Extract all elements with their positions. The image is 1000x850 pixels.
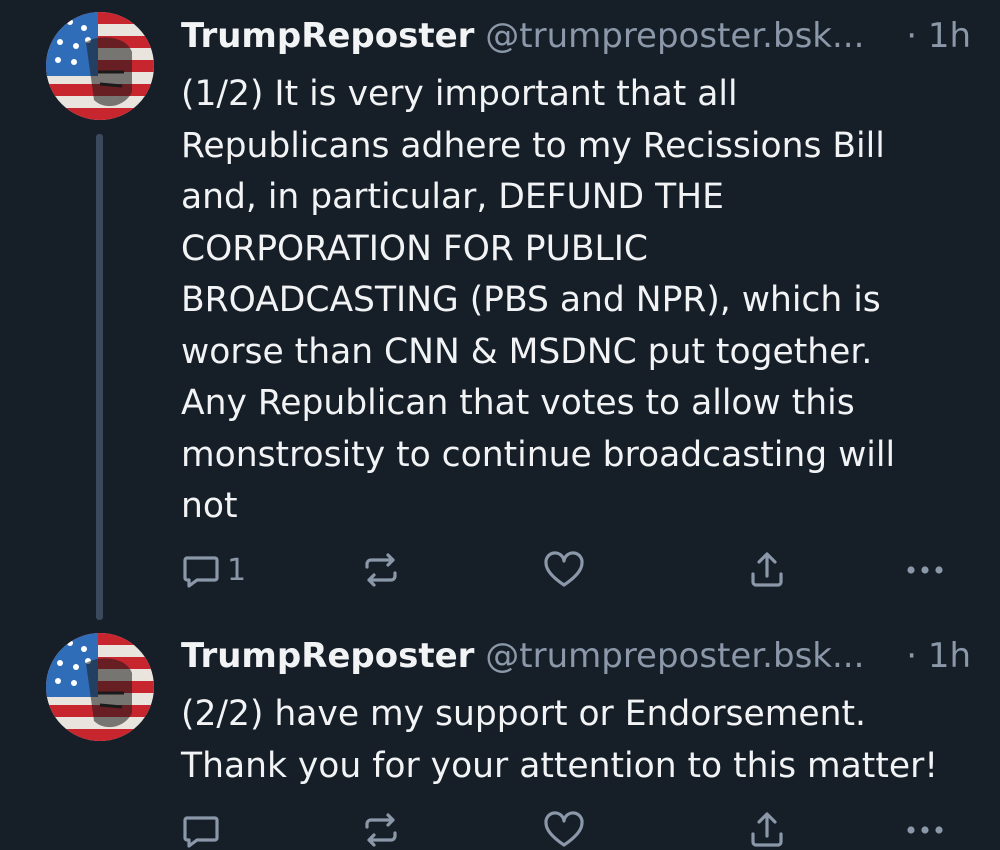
share-icon xyxy=(751,552,783,587)
like-button[interactable] xyxy=(543,550,585,590)
repost-icon xyxy=(365,553,397,587)
repost-icon xyxy=(365,813,397,847)
post-header: TrumpReposter @trumpreposter.bsk... · 1h xyxy=(181,634,971,678)
share-button[interactable] xyxy=(747,550,787,590)
more-options-button[interactable] xyxy=(903,810,947,850)
post-text: (1/2) It is very important that all Repu… xyxy=(181,74,896,526)
post-header: TrumpReposter @trumpreposter.bsk... · 1h xyxy=(181,14,971,58)
post-time-wrap: · 1h xyxy=(906,14,971,58)
author-name[interactable]: TrumpReposter xyxy=(181,16,474,56)
author-handle[interactable]: @trumpreposter.bsk... xyxy=(485,636,864,676)
reply-button[interactable]: 1 xyxy=(181,550,246,590)
more-icon xyxy=(907,826,943,834)
post-time[interactable]: 1h xyxy=(928,16,971,56)
post-text: (2/2) have my support or Endorsement. Th… xyxy=(181,694,939,786)
avatar[interactable] xyxy=(46,633,154,741)
reply-button[interactable] xyxy=(181,810,221,850)
post-time-wrap: · 1h xyxy=(906,634,971,678)
author-handle[interactable]: @trumpreposter.bsk... xyxy=(485,16,864,56)
reply-icon xyxy=(183,816,219,848)
reply-icon xyxy=(183,556,219,588)
avatar-flag-face-image xyxy=(46,12,154,120)
more-options-button[interactable] xyxy=(903,550,947,590)
like-button[interactable] xyxy=(543,810,585,850)
avatar[interactable] xyxy=(46,12,154,120)
reply-count: 1 xyxy=(227,552,247,588)
repost-button[interactable] xyxy=(361,550,401,590)
post-actions: 1 xyxy=(181,550,961,590)
post-actions xyxy=(181,810,961,850)
time-separator: · xyxy=(906,16,917,56)
post-1[interactable]: TrumpReposter @trumpreposter.bsk... · 1h… xyxy=(0,0,1000,620)
repost-button[interactable] xyxy=(361,810,401,850)
author-name[interactable]: TrumpReposter xyxy=(181,636,474,676)
like-icon xyxy=(544,811,584,847)
post-time[interactable]: 1h xyxy=(928,636,971,676)
like-icon xyxy=(544,551,584,587)
thread-line xyxy=(96,134,103,620)
post-2[interactable]: TrumpReposter @trumpreposter.bsk... · 1h… xyxy=(0,620,1000,848)
more-icon xyxy=(907,566,943,574)
avatar-flag-face-image xyxy=(46,633,154,741)
share-button[interactable] xyxy=(747,810,787,850)
time-separator: · xyxy=(906,636,917,676)
share-icon xyxy=(751,812,783,847)
